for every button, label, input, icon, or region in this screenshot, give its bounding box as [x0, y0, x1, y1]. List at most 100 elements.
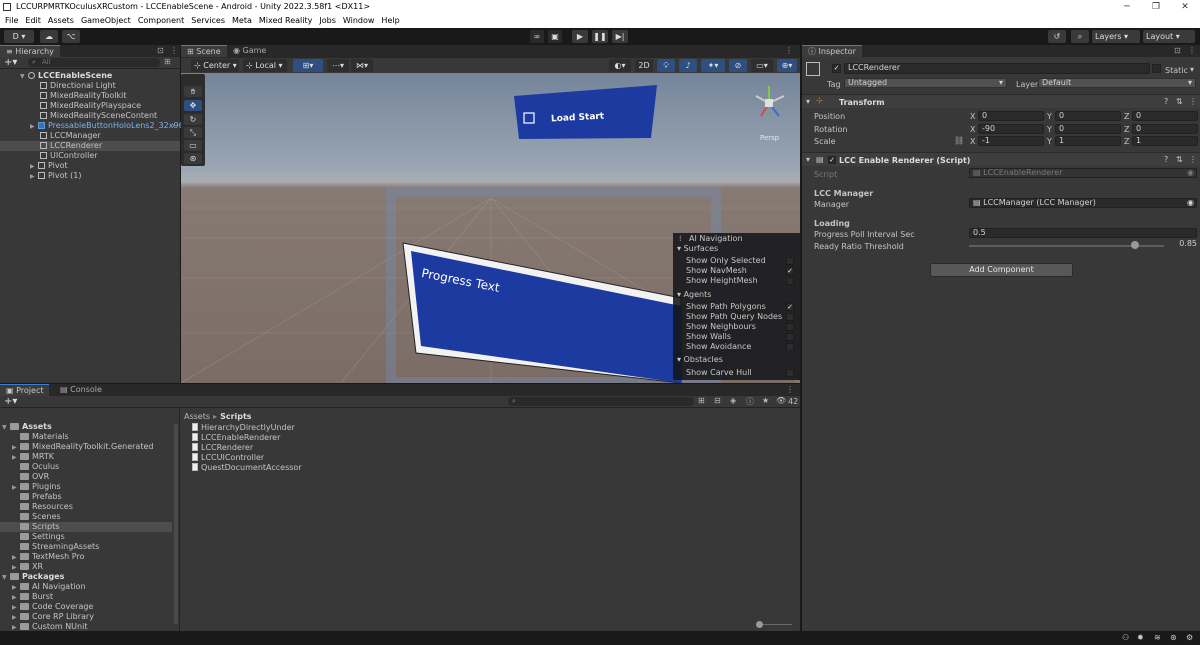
static-dropdown-icon[interactable]: ▾: [1190, 65, 1194, 74]
filter-icon[interactable]: ⊞: [164, 57, 171, 66]
tab-project[interactable]: ▣ Project: [0, 384, 50, 396]
hierarchy-item[interactable]: LCCManager: [0, 131, 180, 141]
grid-snap-button[interactable]: ⊞▾: [293, 59, 323, 72]
snap-icon[interactable]: ⋈▾: [351, 59, 373, 72]
move-tool-icon[interactable]: ✥: [184, 100, 202, 111]
package-item[interactable]: ▶ Core RP Library: [0, 612, 178, 622]
folder-item[interactable]: OVR: [0, 472, 178, 482]
tag-icon[interactable]: ◈: [730, 396, 736, 405]
help-icon[interactable]: ?: [1164, 97, 1168, 106]
settings-icon[interactable]: ⚙: [1186, 633, 1193, 642]
breadcrumb-assets[interactable]: Assets: [184, 412, 210, 421]
package-item[interactable]: ▶ Code Coverage: [0, 602, 178, 612]
folder-item[interactable]: Prefabs: [0, 492, 178, 502]
menu-mixed-reality[interactable]: Mixed Reality: [259, 14, 313, 28]
tab-inspector[interactable]: ⓘ Inspector: [802, 45, 862, 57]
favorite-icon[interactable]: ★: [762, 396, 769, 405]
manager-field[interactable]: ▤ LCCManager (LCC Manager) ◉: [969, 198, 1197, 208]
rotate-tool-icon[interactable]: ↻: [184, 114, 202, 125]
static-checkbox[interactable]: [1152, 64, 1161, 73]
tag-dropdown[interactable]: Untagged ▾: [844, 78, 1007, 88]
folder-item[interactable]: Scenes: [0, 512, 178, 522]
search-by-type-icon[interactable]: ⊞: [698, 396, 705, 405]
show-only-selected-checkbox[interactable]: [786, 257, 794, 265]
hierarchy-item[interactable]: MixedRealitySceneContent: [0, 111, 180, 121]
effects-icon[interactable]: ✦▾: [701, 59, 725, 72]
scene-root[interactable]: ▼ LCCEnableScene: [0, 71, 180, 81]
folder-item-selected[interactable]: Scripts: [0, 522, 172, 532]
active-checkbox[interactable]: ✓: [832, 64, 841, 73]
debug-icon[interactable]: ✹: [1137, 633, 1144, 642]
rotation-x-field[interactable]: -90: [978, 124, 1044, 134]
more-icon[interactable]: ⋮: [1188, 46, 1196, 55]
surfaces-foldout[interactable]: ▾ Surfaces: [677, 244, 718, 253]
show-navmesh-checkbox[interactable]: ✓: [786, 267, 794, 275]
hierarchy-item[interactable]: ▶ Pivot: [0, 161, 180, 171]
folder-item[interactable]: ▶ MRTK: [0, 452, 178, 462]
scale-tool-icon[interactable]: ⤡: [184, 127, 202, 138]
ratio-threshold-field[interactable]: 0.85: [1168, 240, 1197, 250]
more-icon[interactable]: ⋮: [170, 46, 178, 55]
scale-y-field[interactable]: 1: [1055, 136, 1121, 146]
add-icon[interactable]: +▾: [4, 57, 17, 68]
link-icon[interactable]: ∞: [530, 30, 544, 43]
folder-item[interactable]: ▶ XR: [0, 562, 178, 572]
show-walls-checkbox[interactable]: [786, 333, 794, 341]
expand-arrow-icon[interactable]: ▶: [30, 172, 38, 182]
breadcrumb-scripts[interactable]: Scripts: [220, 412, 252, 421]
project-search-input[interactable]: ⌕: [508, 397, 694, 406]
position-y-field[interactable]: 0: [1055, 111, 1121, 121]
hidden-packages-icon[interactable]: 👁︎: [776, 396, 786, 405]
more-icon[interactable]: ⋮: [785, 46, 793, 55]
collab-status-icon[interactable]: ⚇: [1122, 633, 1129, 642]
toggle-2d-button[interactable]: 2D: [635, 59, 653, 72]
menu-meta[interactable]: Meta: [232, 14, 252, 28]
hand-tool-icon[interactable]: ✋︎: [184, 86, 202, 97]
menu-edit[interactable]: Edit: [25, 14, 41, 28]
menu-jobs[interactable]: Jobs: [319, 14, 336, 28]
step-button[interactable]: ▶|: [612, 30, 628, 43]
close-button[interactable]: ✕: [1170, 0, 1200, 14]
poll-interval-field[interactable]: 0.5: [969, 228, 1197, 238]
file-item[interactable]: QuestDocumentAccessor: [192, 463, 302, 473]
obstacles-foldout[interactable]: ▾ Obstacles: [677, 355, 723, 364]
monitor-icon[interactable]: ▣: [548, 30, 562, 43]
add-component-button[interactable]: Add Component: [930, 263, 1073, 277]
link-icon[interactable]: ⛓: [954, 136, 964, 145]
folder-item[interactable]: ▶ MixedRealityToolkit.Generated: [0, 442, 178, 452]
hierarchy-item[interactable]: Directional Light: [0, 81, 180, 91]
more-icon[interactable]: ⋮: [1189, 97, 1197, 106]
layers-dropdown[interactable]: Layers ▾: [1092, 30, 1140, 43]
preset-icon[interactable]: ⇅: [1176, 155, 1183, 164]
show-carve-hull-checkbox[interactable]: [786, 369, 794, 377]
menu-services[interactable]: Services: [191, 14, 225, 28]
search-by-label-icon[interactable]: ⊟: [714, 396, 721, 405]
more-icon[interactable]: ⋮: [1189, 155, 1197, 164]
script-component-header[interactable]: ▾ ▤ ✓ LCC Enable Renderer (Script) ? ⇅ ⋮: [802, 152, 1200, 166]
object-name-field[interactable]: LCCRenderer: [844, 63, 1150, 74]
package-item[interactable]: ▶ Custom NUnit: [0, 622, 178, 631]
overlay-grip-icon[interactable]: ⁞: [679, 234, 682, 243]
tab-hierarchy[interactable]: ≡ Hierarchy: [0, 45, 60, 57]
menu-assets[interactable]: Assets: [48, 14, 74, 28]
file-item[interactable]: LCCRenderer: [192, 443, 253, 453]
foldout-arrow-icon[interactable]: ▾: [806, 97, 810, 106]
folder-item[interactable]: Materials: [0, 432, 178, 442]
file-item[interactable]: HierarchyDirectlyUnder: [192, 423, 295, 433]
rotation-y-field[interactable]: 0: [1055, 124, 1121, 134]
menu-help[interactable]: Help: [381, 14, 399, 28]
grid-icon[interactable]: ⋯▾: [327, 59, 349, 72]
folder-item[interactable]: Oculus: [0, 462, 178, 472]
maximize-button[interactable]: ❐: [1141, 0, 1171, 14]
foldout-arrow-icon[interactable]: ▾: [806, 155, 810, 164]
icon-size-slider-track[interactable]: [758, 624, 792, 625]
menu-component[interactable]: Component: [138, 14, 184, 28]
folder-item[interactable]: ▶ TextMesh Pro: [0, 552, 178, 562]
show-path-query-nodes-checkbox[interactable]: [786, 313, 794, 321]
folder-item[interactable]: Settings: [0, 532, 178, 542]
hierarchy-item-prefab[interactable]: ▶ PressableButtonHoloLens2_32x96 ›: [0, 121, 184, 131]
lighting-icon[interactable]: 💡︎: [657, 59, 675, 72]
folder-item[interactable]: Resources: [0, 502, 178, 512]
tree-scrollbar[interactable]: [174, 424, 178, 624]
menu-window[interactable]: Window: [343, 14, 375, 28]
